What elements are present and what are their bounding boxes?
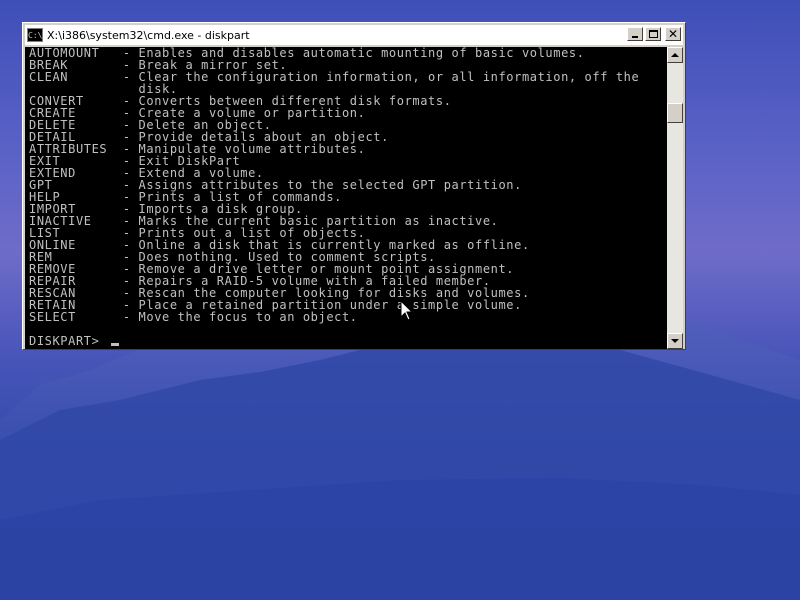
scroll-up-button[interactable] — [667, 47, 683, 63]
console-output[interactable]: AUTOMOUNT - Enables and disables automat… — [25, 47, 667, 349]
close-icon: ✕ — [667, 27, 679, 41]
cmd-window[interactable]: C:\ X:\i386\system32\cmd.exe - diskpart … — [22, 22, 686, 350]
diskpart-prompt: DISKPART> — [29, 334, 100, 348]
title-bar[interactable]: C:\ X:\i386\system32\cmd.exe - diskpart … — [25, 25, 683, 45]
close-button[interactable]: ✕ — [665, 27, 681, 41]
command-help-list: AUTOMOUNT - Enables and disables automat… — [25, 47, 667, 323]
console-app-icon[interactable]: C:\ — [27, 28, 43, 42]
vertical-scrollbar[interactable] — [667, 47, 683, 349]
minimize-button[interactable] — [627, 27, 643, 41]
scroll-thumb[interactable] — [667, 103, 683, 123]
prompt-line[interactable]: DISKPART> — [25, 334, 120, 348]
console-line: SELECT - Move the focus to an object. — [29, 310, 358, 324]
text-cursor — [111, 343, 120, 346]
maximize-button[interactable] — [645, 27, 661, 41]
down-arrow-icon — [671, 339, 679, 343]
window-controls: ✕ — [627, 27, 681, 41]
mouse-pointer-icon — [400, 300, 414, 321]
window-title: X:\i386\system32\cmd.exe - diskpart — [47, 28, 250, 42]
maximize-icon — [649, 30, 658, 38]
minimize-icon — [632, 36, 638, 38]
up-arrow-icon — [671, 53, 679, 57]
scroll-down-button[interactable] — [667, 333, 683, 349]
